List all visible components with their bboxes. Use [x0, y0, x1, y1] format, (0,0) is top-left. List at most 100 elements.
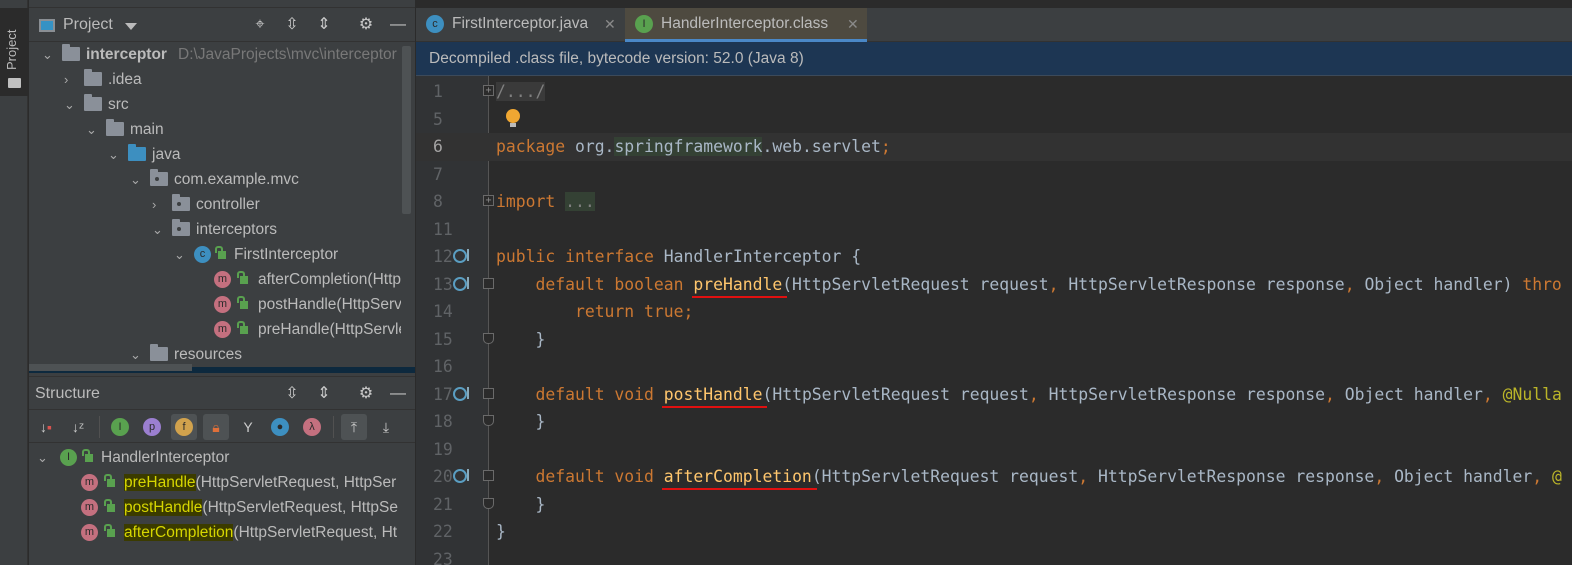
lightbulb-icon[interactable]	[506, 108, 520, 127]
code-line[interactable]: 17 default void postHandle (HttpServletRe…	[416, 381, 1572, 409]
code-line[interactable]: 23	[416, 546, 1572, 565]
show-non-public-icon[interactable]: 🔒︎	[203, 414, 229, 440]
chevron-down-icon[interactable]: ⌄	[152, 217, 166, 242]
expand-all-icon[interactable]: ⇳	[283, 385, 301, 403]
fold-marker-icon[interactable]	[483, 415, 494, 426]
horizontal-scrollbar[interactable]	[29, 364, 192, 371]
implemented-method-icon[interactable]	[453, 276, 469, 291]
show-fields-icon[interactable]: f	[171, 414, 197, 440]
chevron-down-icon[interactable]: ⌄	[108, 142, 122, 167]
autoscroll-to-source-icon[interactable]: ⤒	[341, 414, 367, 440]
code-token: thro	[1522, 274, 1562, 294]
tree-item[interactable]: ⌄ main	[29, 117, 401, 142]
tree-item[interactable]: › .idea	[29, 67, 401, 92]
expand-all-icon[interactable]: ⇳	[283, 16, 301, 34]
module-path: D:\JavaProjects\mvc\interceptor	[178, 46, 397, 63]
folder-icon	[8, 78, 21, 88]
code-token: ,	[1532, 467, 1552, 486]
tree-item[interactable]: ⌄ interceptor D:\JavaProjects\mvc\intercep…	[29, 42, 401, 67]
line-number: 11	[433, 219, 453, 239]
code-line[interactable]: 6 package org.springframework.web.servlet…	[416, 133, 1572, 161]
code-line[interactable]: 13 default boolean preHandle (HttpServlet…	[416, 271, 1572, 299]
fold-marker-icon[interactable]	[483, 497, 494, 509]
tree-item[interactable]: ⌄ interceptors	[29, 217, 401, 242]
implemented-method-icon[interactable]	[453, 469, 469, 483]
fold-marker-icon[interactable]	[483, 470, 494, 481]
code-line[interactable]: 14 return true;	[416, 298, 1572, 326]
tab-handler-interceptor[interactable]: I HandlerInterceptor.class ✕	[625, 8, 867, 42]
structure-item[interactable]: m afterCompletion(HttpServletRequest, Ht	[29, 520, 415, 545]
fold-marker-icon[interactable]	[483, 277, 494, 289]
code-line[interactable]: 5	[416, 106, 1572, 134]
collapse-all-icon[interactable]: ⇕	[315, 16, 333, 34]
tab-first-interceptor[interactable]: c FirstInterceptor.java ✕	[416, 8, 626, 42]
code-line[interactable]: 11	[416, 216, 1572, 244]
tree-item-label: interceptor	[86, 46, 167, 63]
tree-item[interactable]: m afterCompletion(Http	[29, 267, 401, 292]
code-line[interactable]: 12 public interface HandlerInterceptor {	[416, 243, 1572, 271]
tree-item[interactable]: ⌄ src	[29, 92, 401, 117]
project-tool-tab[interactable]: Project	[0, 8, 28, 96]
implemented-method-icon[interactable]	[453, 386, 469, 401]
show-properties-icon[interactable]: p	[139, 414, 165, 440]
chevron-down-icon[interactable]: ⌄	[174, 242, 188, 267]
fold-marker-icon[interactable]	[483, 387, 494, 399]
tree-item[interactable]: ⌄ com.example.mvc	[29, 167, 401, 192]
fold-marker-icon[interactable]: +	[483, 85, 494, 96]
show-anonymous-icon[interactable]: Y	[235, 414, 261, 440]
chevron-right-icon[interactable]: ›	[152, 192, 166, 217]
structure-item[interactable]: m postHandle(HttpServletRequest, HttpSe	[29, 495, 415, 520]
fold-marker-icon[interactable]	[483, 332, 494, 344]
show-inherited-icon[interactable]: I	[107, 414, 133, 440]
package-icon	[150, 169, 168, 186]
sort-by-visibility-icon[interactable]: ↓▪	[33, 414, 59, 440]
chevron-down-icon[interactable]	[125, 23, 137, 30]
gear-icon[interactable]: ⚙	[357, 385, 375, 403]
sort-alphabetically-icon[interactable]: ↓ᶻ	[65, 414, 91, 440]
left-panels: Project ⌖ ⇳ ⇕ ⚙ — ⌄ interceptor D:\JavaPro…	[29, 0, 415, 565]
vertical-scrollbar[interactable]	[402, 46, 411, 214]
code-line[interactable]: 20 default void afterCompletion (HttpServ…	[416, 463, 1572, 491]
autoscroll-from-source-icon[interactable]: ⤓	[373, 414, 399, 440]
tree-item[interactable]: › controller	[29, 192, 401, 217]
method-name: preHandle	[124, 474, 196, 491]
chevron-down-icon[interactable]: ⌄	[64, 92, 78, 117]
chevron-down-icon[interactable]: ⌄	[86, 117, 100, 142]
method-name: postHandle	[124, 499, 203, 516]
close-icon[interactable]: ✕	[847, 8, 859, 40]
locate-icon[interactable]: ⌖	[251, 16, 269, 34]
code-line[interactable]: 19	[416, 436, 1572, 464]
tree-item[interactable]: ⌄ java	[29, 142, 401, 167]
gear-icon[interactable]: ⚙	[357, 16, 375, 34]
package-icon	[172, 194, 190, 211]
code-line[interactable]: 7	[416, 161, 1572, 189]
structure-root[interactable]: ⌄ I HandlerInterceptor	[29, 445, 415, 470]
method-icon: m	[214, 271, 231, 288]
code-line[interactable]: 22}	[416, 518, 1572, 546]
implemented-method-icon[interactable]	[453, 249, 469, 263]
chevron-down-icon[interactable]: ⌄	[42, 42, 56, 67]
close-icon[interactable]: ✕	[604, 8, 616, 40]
chevron-right-icon[interactable]: ›	[64, 67, 78, 92]
tree-item[interactable]: m postHandle(HttpServ	[29, 292, 401, 317]
tree-item[interactable]: m preHandle(HttpServle	[29, 317, 401, 342]
minimize-icon[interactable]: —	[389, 16, 407, 34]
project-view-selector[interactable]: Project	[63, 16, 113, 34]
tree-item[interactable]: ⌄ c FirstInterceptor	[29, 242, 401, 267]
code-area[interactable]: 1 +/.../5 6 package org.springframework.web…	[416, 76, 1572, 565]
show-lambdas-icon[interactable]: ●	[267, 414, 293, 440]
code-line[interactable]: 15 }	[416, 326, 1572, 354]
project-tool-label: Project	[4, 29, 19, 70]
code-line[interactable]: 1 +/.../	[416, 78, 1572, 106]
code-line[interactable]: 8 + import ...	[416, 188, 1572, 216]
fold-marker-icon[interactable]: +	[483, 195, 494, 206]
chevron-down-icon[interactable]: ⌄	[37, 445, 51, 470]
collapse-all-icon[interactable]: ⇕	[315, 385, 333, 403]
code-line[interactable]: 16	[416, 353, 1572, 381]
chevron-down-icon[interactable]: ⌄	[130, 167, 144, 192]
structure-item[interactable]: m preHandle(HttpServletRequest, HttpSer	[29, 470, 415, 495]
code-line[interactable]: 18 }	[416, 408, 1572, 436]
code-line[interactable]: 21 }	[416, 491, 1572, 519]
minimize-icon[interactable]: —	[389, 385, 407, 403]
lambda-icon[interactable]: λ	[299, 414, 325, 440]
